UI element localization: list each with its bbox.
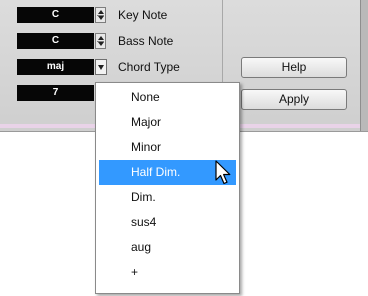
spin-down-icon[interactable] [98,42,104,46]
chord-type-display[interactable]: maj [17,59,94,75]
key-note-label: Key Note [118,8,168,22]
spin-up-icon[interactable] [98,10,104,14]
bass-note-spinner[interactable] [95,33,106,49]
key-note-spinner[interactable] [95,7,106,23]
menu-item-major[interactable]: Major [99,110,236,135]
bass-note-display[interactable]: C [17,33,94,49]
menu-item-plus[interactable]: + [99,260,236,285]
spin-down-icon[interactable] [98,16,104,20]
chord-type-label: Chord Type [118,60,180,74]
key-note-display[interactable]: C [17,7,94,23]
panel-right-edge [360,0,368,131]
bass-note-label: Bass Note [118,34,174,48]
apply-button[interactable]: Apply [241,89,347,110]
spin-up-icon[interactable] [98,36,104,40]
tensions-display[interactable]: 7 [17,85,94,101]
menu-item-aug[interactable]: aug [99,235,236,260]
mouse-pointer-icon [215,160,231,185]
menu-item-dim[interactable]: Dim. [99,185,236,210]
help-button[interactable]: Help [241,57,347,78]
menu-item-none[interactable]: None [99,85,236,110]
chord-type-dropdown-menu[interactable]: None Major Minor Half Dim. Dim. sus4 aug… [95,82,240,294]
menu-item-sus4[interactable]: sus4 [99,210,236,235]
menu-item-minor[interactable]: Minor [99,135,236,160]
chevron-down-icon[interactable] [95,59,107,75]
